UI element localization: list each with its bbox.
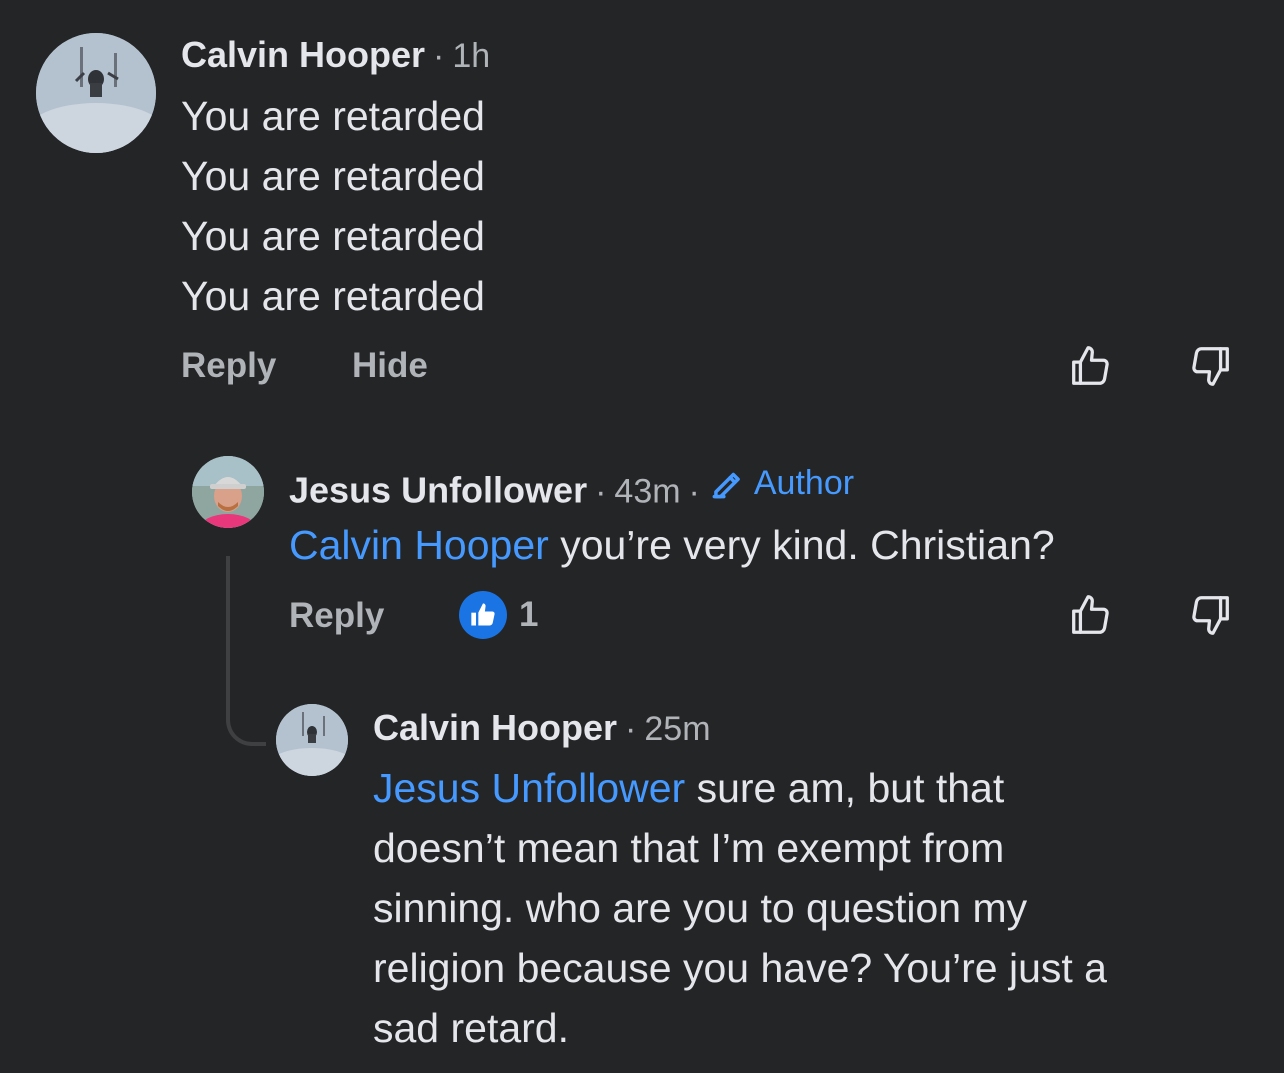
comment-header: Calvin Hooper · 25m bbox=[373, 707, 711, 749]
comment-header: Jesus Unfollower · 43m · Author bbox=[289, 464, 854, 512]
mention-link[interactable]: Calvin Hooper bbox=[289, 522, 549, 568]
timestamp[interactable]: 1h bbox=[452, 37, 490, 75]
comment-line: You are retarded bbox=[181, 153, 485, 199]
comment-line: You are retarded bbox=[181, 273, 485, 319]
thumbs-down-icon[interactable] bbox=[1188, 592, 1234, 638]
comment-body: You are retarded You are retarded You ar… bbox=[181, 86, 485, 326]
comment-header: Calvin Hooper · 1h bbox=[181, 34, 490, 76]
reply-button[interactable]: Reply bbox=[181, 346, 276, 386]
thumbs-down-icon[interactable] bbox=[1188, 343, 1234, 389]
separator: · bbox=[625, 710, 637, 748]
timestamp[interactable]: 43m bbox=[614, 473, 680, 511]
author-name[interactable]: Calvin Hooper bbox=[373, 707, 617, 748]
comment-line: religion because you have? You’re just a bbox=[373, 945, 1107, 991]
separator: · bbox=[595, 472, 607, 511]
avatar[interactable] bbox=[276, 704, 348, 776]
avatar[interactable] bbox=[192, 456, 264, 528]
separator: · bbox=[433, 37, 445, 75]
comment-line: You are retarded bbox=[181, 213, 485, 259]
thumbs-up-icon[interactable] bbox=[1067, 592, 1113, 638]
reaction-count: 1 bbox=[519, 595, 539, 634]
comment-body: Jesus Unfollower sure am, but that doesn… bbox=[373, 758, 1107, 1058]
mention-link[interactable]: Jesus Unfollower bbox=[373, 765, 685, 811]
comment-line: doesn’t mean that I’m exempt from bbox=[373, 825, 1005, 871]
comment-line: sinning. who are you to question my bbox=[373, 885, 1028, 931]
reply-button[interactable]: Reply bbox=[289, 596, 384, 636]
author-name[interactable]: Jesus Unfollower bbox=[289, 470, 587, 511]
comment-text: you’re very kind. Christian? bbox=[560, 522, 1055, 568]
thread-connector bbox=[226, 556, 266, 746]
pencil-icon bbox=[708, 465, 746, 503]
separator: · bbox=[688, 472, 700, 511]
author-label: Author bbox=[753, 464, 855, 502]
avatar[interactable] bbox=[36, 33, 156, 153]
comment-body: Calvin Hooper you’re very kind. Christia… bbox=[289, 515, 1055, 575]
hide-button[interactable]: Hide bbox=[352, 346, 428, 386]
timestamp[interactable]: 25m bbox=[644, 710, 710, 748]
reaction-summary[interactable]: 1 bbox=[459, 591, 538, 639]
comment-text: sure am, but that bbox=[685, 765, 1005, 811]
author-badge: Author bbox=[708, 464, 854, 503]
like-icon bbox=[459, 591, 507, 639]
comment-line: You are retarded bbox=[181, 93, 485, 139]
thumbs-up-icon[interactable] bbox=[1067, 343, 1113, 389]
author-name[interactable]: Calvin Hooper bbox=[181, 34, 425, 75]
comment-line: sad retard. bbox=[373, 1005, 569, 1051]
comment-line: Jesus Unfollower sure am, but that bbox=[373, 758, 1107, 818]
